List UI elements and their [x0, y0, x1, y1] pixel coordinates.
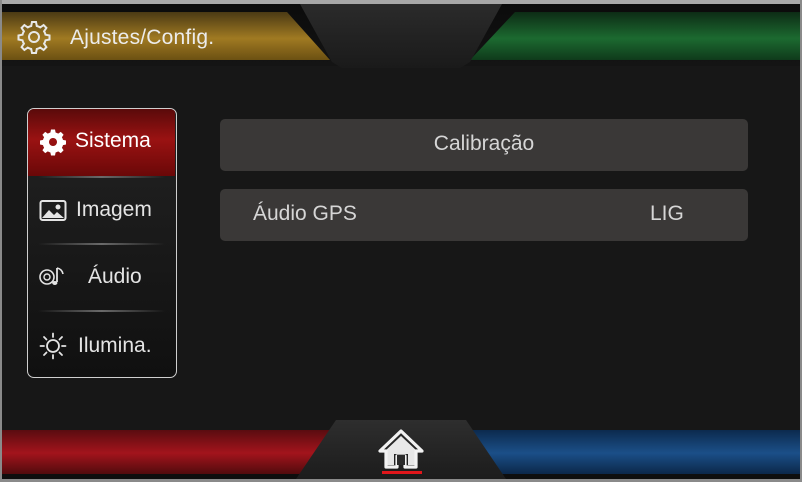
menu-item-audio[interactable]: Áudio: [28, 245, 175, 312]
footer-accent-blue: [460, 430, 800, 476]
image-icon: [39, 200, 67, 221]
gear-icon: [40, 129, 66, 156]
audio-icon: [39, 267, 64, 285]
menu-item-label: Ilumina.: [78, 334, 152, 357]
row-label: Áudio GPS: [253, 202, 357, 225]
calibration-button[interactable]: Calibração: [220, 119, 748, 171]
home-indicator: [382, 471, 422, 474]
header-accent-green: [470, 12, 800, 60]
settings-screen: Ajustes/Config. Sistema Imagem Áudio Ilu…: [0, 0, 802, 482]
gear-icon: [17, 21, 51, 54]
sun-icon: [39, 332, 67, 360]
menu-item-label: Imagem: [76, 198, 152, 221]
menu-item-ilumina[interactable]: Ilumina.: [28, 312, 175, 377]
footer-accent-red: [2, 430, 342, 476]
gps-audio-toggle[interactable]: Áudio GPS LIG: [220, 189, 748, 241]
menu-item-label: Áudio: [88, 265, 142, 288]
page-title: Ajustes/Config.: [70, 26, 215, 49]
screen-frame: [0, 0, 802, 4]
header-notch: [300, 4, 502, 68]
home-icon[interactable]: [376, 424, 426, 474]
row-label: Calibração: [433, 132, 535, 155]
row-value: LIG: [650, 202, 684, 225]
menu-item-label: Sistema: [75, 129, 151, 152]
menu-item-sistema[interactable]: Sistema: [28, 109, 175, 176]
screen-frame: [0, 0, 2, 482]
menu-item-imagem[interactable]: Imagem: [28, 178, 175, 245]
side-menu: Sistema Imagem Áudio Ilumina.: [27, 108, 177, 378]
